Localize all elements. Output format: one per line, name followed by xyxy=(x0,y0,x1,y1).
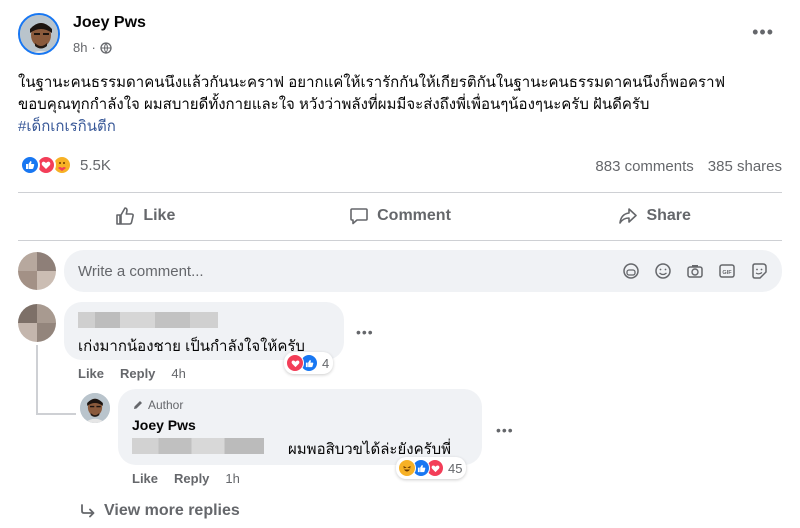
reply-arrow-icon xyxy=(81,504,95,518)
pen-icon xyxy=(134,401,142,409)
svg-text:GIF: GIF xyxy=(722,270,732,276)
comments-count[interactable]: 883 comments xyxy=(595,158,693,175)
reply-reply-link[interactable]: Reply xyxy=(174,471,209,486)
actions-divider xyxy=(18,240,782,241)
author-badge: Author xyxy=(132,398,183,412)
like-label: Like xyxy=(143,207,176,224)
comment-reply-link[interactable]: Reply xyxy=(120,366,155,381)
like-reaction-icon xyxy=(20,155,40,175)
post-text-line-2: ขอบคุณทุกกำลังใจ ผมสบายดีทั้งกายและใจ หว… xyxy=(18,96,650,113)
post-hashtag[interactable]: #เด็กเกเรกินตีก xyxy=(18,116,788,138)
reply-actions: Like Reply 1h xyxy=(132,471,240,486)
comment-composer[interactable]: Write a comment... GIF xyxy=(64,250,782,292)
post-text-line-1: ในฐานะคนธรรมดาคนนึงแล้วกันนะคราฟ อยากแค่… xyxy=(18,74,726,91)
thumbs-up-icon xyxy=(116,207,135,225)
comment-options-button[interactable]: ••• xyxy=(356,324,374,340)
view-more-replies-button[interactable]: View more replies xyxy=(80,502,240,520)
comment-actions: Like Reply 4h xyxy=(78,366,186,381)
share-button[interactable]: Share xyxy=(527,196,782,236)
comment-button[interactable]: Comment xyxy=(273,196,528,236)
reply-like-link[interactable]: Like xyxy=(132,471,158,486)
author-avatar[interactable] xyxy=(18,13,60,55)
avatar-sticker-icon[interactable] xyxy=(622,262,640,280)
composer-tools: GIF xyxy=(622,262,768,280)
thread-connector xyxy=(36,413,76,415)
post-options-button[interactable]: ••• xyxy=(752,22,774,43)
post-action-bar: Like Comment Share xyxy=(18,196,782,236)
speech-bubble-icon xyxy=(350,208,368,225)
current-user-avatar[interactable] xyxy=(18,252,56,290)
post-body: ในฐานะคนธรรมดาคนนึงแล้วกันนะคราฟ อยากแค่… xyxy=(18,72,788,138)
comment-label: Comment xyxy=(377,207,451,224)
commenter-name-redacted xyxy=(78,312,218,328)
commenter-avatar[interactable] xyxy=(18,304,56,342)
post-stats: 883 comments 385 shares xyxy=(595,158,782,175)
comment-reactions[interactable]: 4 xyxy=(284,352,334,374)
reply-author-photo xyxy=(80,393,110,423)
share-label: Share xyxy=(646,207,691,224)
comment-like-link[interactable]: Like xyxy=(78,366,104,381)
comment-time[interactable]: 4h xyxy=(171,366,185,381)
globe-icon xyxy=(100,41,112,54)
haha-reaction-icon xyxy=(398,459,416,477)
reply-reactions[interactable]: 45 xyxy=(396,457,467,479)
shares-count[interactable]: 385 shares xyxy=(708,158,782,175)
post-time[interactable]: 8h xyxy=(73,40,87,55)
gif-icon[interactable]: GIF xyxy=(718,262,736,280)
post-author-name[interactable]: Joey Pws xyxy=(73,14,146,32)
camera-icon[interactable] xyxy=(686,262,704,280)
post-reactions[interactable]: 5.5K xyxy=(20,155,111,175)
view-more-label: View more replies xyxy=(104,502,240,519)
emoji-icon[interactable] xyxy=(654,262,672,280)
stats-divider xyxy=(18,192,782,193)
reaction-count: 5.5K xyxy=(80,156,111,174)
like-button[interactable]: Like xyxy=(18,196,273,236)
sticker-icon[interactable] xyxy=(750,262,768,280)
comment-input[interactable]: Write a comment... xyxy=(78,263,622,280)
author-photo xyxy=(20,15,58,53)
reply-author-name[interactable]: Joey Pws xyxy=(132,417,196,433)
post-meta: 8h · xyxy=(73,40,112,55)
comment-reaction-count: 4 xyxy=(322,355,330,371)
thread-line xyxy=(36,345,38,415)
reply-author-avatar[interactable] xyxy=(80,393,110,423)
reply-reaction-count: 45 xyxy=(448,460,463,476)
reply-time[interactable]: 1h xyxy=(225,471,239,486)
meta-separator: · xyxy=(91,40,96,55)
mentioned-name-redacted xyxy=(132,438,264,454)
reply-options-button[interactable]: ••• xyxy=(496,422,514,438)
comment-text: เก่งมากน้องชาย เป็นกำลังใจให้ครับ xyxy=(78,338,305,355)
love-reaction-icon xyxy=(286,354,304,372)
share-arrow-icon xyxy=(619,208,638,224)
author-badge-label: Author xyxy=(148,398,184,412)
